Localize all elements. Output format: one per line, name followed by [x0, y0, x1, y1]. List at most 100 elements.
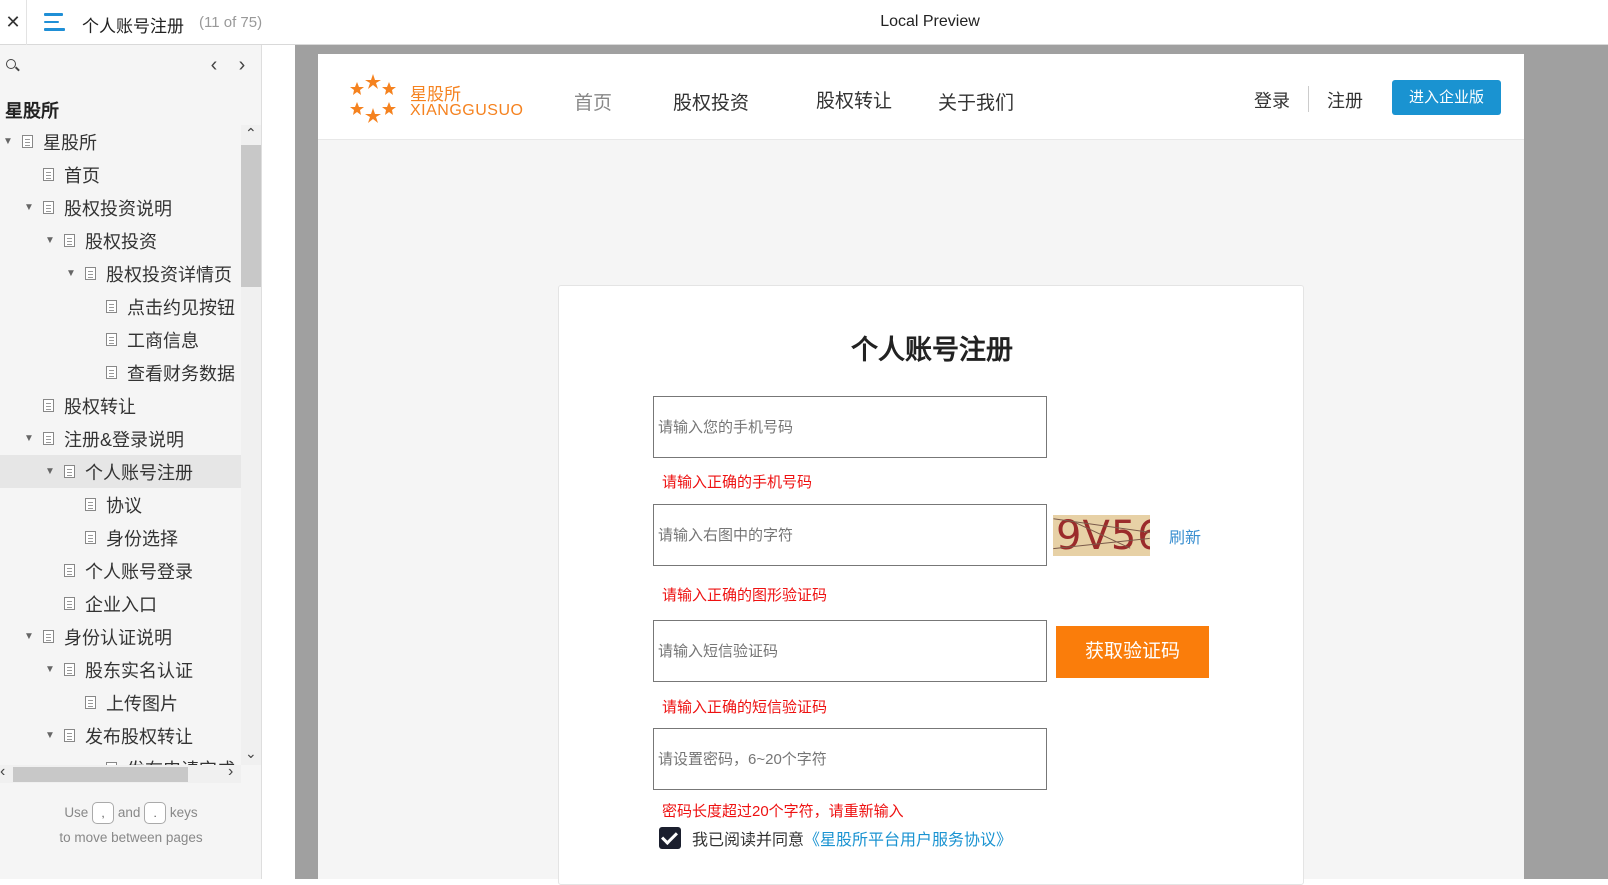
- tree-item-label: 星股所: [43, 132, 97, 153]
- tree-item-label: 企业入口: [85, 594, 157, 615]
- search-icon[interactable]: [6, 59, 16, 69]
- tree-item-label: 股权投资说明: [64, 198, 172, 219]
- sidebar-tree-item[interactable]: 身份选择: [0, 521, 241, 554]
- sms-error: 请输入正确的短信验证码: [662, 699, 828, 716]
- scrollbar-thumb[interactable]: [13, 767, 188, 782]
- vertical-scrollbar[interactable]: ⌃ ⌄: [241, 125, 261, 765]
- agree-text: 我已阅读并同意: [692, 832, 805, 849]
- sidebar-tree-item[interactable]: ▼ 股权投资详情页: [0, 257, 241, 290]
- sidebar-tree-item[interactable]: ▼ 发布股权转让: [0, 719, 241, 752]
- page-icon: [64, 729, 75, 742]
- page-icon: [64, 597, 75, 610]
- page-icon: [64, 564, 75, 577]
- tree-item-label: 工商信息: [127, 330, 199, 351]
- sms-code-input[interactable]: [653, 620, 1047, 682]
- sidebar-tree-item[interactable]: ▼ 股东实名认证: [0, 653, 241, 686]
- chevron-left-icon[interactable]: ‹: [205, 54, 223, 77]
- enterprise-button[interactable]: 进入企业版: [1392, 80, 1501, 115]
- sidebar-search-row: ‹ ›: [0, 45, 262, 85]
- star-logo-icon[interactable]: [348, 72, 398, 124]
- sidebar-tree-item[interactable]: 股权转让: [0, 389, 241, 422]
- phone-error: 请输入正确的手机号码: [662, 474, 813, 491]
- caret-down-icon[interactable]: ▼: [44, 664, 56, 675]
- tree-item-label: 发布申请完成: [127, 756, 235, 766]
- tree-item-label: 个人账号登录: [85, 561, 193, 582]
- captcha-refresh-link[interactable]: 刷新: [1169, 524, 1201, 548]
- sidebar-tree-item[interactable]: 首页: [0, 158, 241, 191]
- keyboard-hint: Use , and . keys to move between pages: [0, 800, 262, 850]
- caret-down-icon[interactable]: ▼: [65, 268, 77, 279]
- get-sms-code-button[interactable]: 获取验证码: [1056, 626, 1209, 678]
- form-title: 个人账号注册: [851, 335, 1013, 365]
- prototype-page: 星股所 XIANGGUSUO 首页 股权投资 股权转让 关于我们 登录 注册 进…: [318, 54, 1524, 885]
- caret-down-icon[interactable]: ▼: [44, 466, 56, 477]
- sidebar-tree-item[interactable]: ▼ 注册&登录说明: [0, 422, 241, 455]
- scrollbar-thumb[interactable]: [241, 145, 261, 287]
- hint-text: keys: [169, 805, 198, 820]
- sidebar-tree-item[interactable]: ▼ 身份认证说明: [0, 620, 241, 653]
- divider: [1308, 86, 1309, 112]
- sidebar-tree-item[interactable]: 点击约见按钮: [0, 290, 241, 323]
- tree-item-label: 身份选择: [106, 528, 178, 549]
- captcha-input[interactable]: [653, 504, 1047, 566]
- arrow-right-icon[interactable]: ›: [228, 763, 233, 781]
- password-input[interactable]: [653, 728, 1047, 790]
- caret-down-icon[interactable]: ▼: [44, 730, 56, 741]
- caret-down-icon[interactable]: ▼: [44, 235, 56, 246]
- tree-item-label: 个人账号注册: [85, 462, 193, 483]
- chevron-right-icon[interactable]: ›: [233, 54, 251, 77]
- top-bar: ✕ 个人账号注册 (11 of 75) Local Preview: [0, 0, 1608, 45]
- key-period: .: [144, 802, 167, 825]
- sidebar-tree-item[interactable]: 工商信息: [0, 323, 241, 356]
- page-icon: [43, 201, 54, 214]
- tree-item-label: 股东实名认证: [85, 660, 193, 681]
- chevron-down-icon[interactable]: ⌄: [245, 745, 257, 762]
- sidebar: ‹ › 星股所 ▼ 星股所 首页 ▼ 股权投资说明 ▼ 股权投资 ▼ 股权投资详情页 点击约见按钮…: [0, 45, 262, 879]
- page-icon: [106, 366, 117, 379]
- horizontal-scrollbar[interactable]: ‹ ›: [0, 763, 241, 783]
- sidebar-tree-item[interactable]: 上传图片: [0, 686, 241, 719]
- chevron-up-icon[interactable]: ⌃: [245, 125, 257, 142]
- agree-checkbox[interactable]: [659, 827, 681, 849]
- tree-item-label: 发布股权转让: [85, 726, 193, 747]
- project-name: 星股所: [5, 101, 59, 121]
- nav-equity-transfer[interactable]: 股权转让: [816, 86, 892, 113]
- preview-scrollbar[interactable]: [1555, 45, 1567, 879]
- sidebar-tree-item[interactable]: 查看财务数据: [0, 356, 241, 389]
- phone-input[interactable]: [653, 396, 1047, 458]
- caret-down-icon[interactable]: ▼: [2, 136, 14, 147]
- sidebar-tree-item[interactable]: ▼ 个人账号注册: [0, 455, 241, 488]
- hint-text: to move between pages: [59, 830, 203, 845]
- page-icon: [43, 168, 54, 181]
- agreement-link[interactable]: 《星股所平台用户服务协议》: [804, 826, 1012, 850]
- sidebar-tree-item[interactable]: 发布申请完成: [0, 752, 241, 765]
- sidebar-tree-item[interactable]: 企业入口: [0, 587, 241, 620]
- caret-down-icon[interactable]: ▼: [23, 202, 35, 213]
- tree-item-label: 股权投资详情页: [106, 264, 232, 285]
- nav-about-us[interactable]: 关于我们: [938, 88, 1014, 115]
- logo-subtext: XIANGGUSUO: [410, 102, 524, 119]
- sidebar-tree-item[interactable]: ▼ 股权投资: [0, 224, 241, 257]
- sidebar-tree-item[interactable]: 个人账号登录: [0, 554, 241, 587]
- hint-text: Use: [64, 805, 89, 820]
- login-link[interactable]: 登录: [1254, 87, 1290, 113]
- nav-home[interactable]: 首页: [574, 88, 612, 115]
- captcha-image[interactable]: 9V56: [1053, 515, 1150, 556]
- page-icon: [106, 300, 117, 313]
- hint-text: and: [117, 805, 141, 820]
- sidebar-tree-item[interactable]: 协议: [0, 488, 241, 521]
- sidebar-tree-item[interactable]: ▼ 股权投资说明: [0, 191, 241, 224]
- sidebar-tree-item[interactable]: ▼ 星股所: [0, 125, 241, 158]
- page-icon: [85, 498, 96, 511]
- captcha-error: 请输入正确的图形验证码: [662, 587, 828, 604]
- tree-item-label: 协议: [106, 495, 142, 516]
- caret-down-icon[interactable]: ▼: [23, 433, 35, 444]
- page-icon: [43, 630, 54, 643]
- arrow-left-icon[interactable]: ‹: [0, 763, 5, 781]
- page-icon: [64, 234, 75, 247]
- tree-item-label: 身份认证说明: [64, 627, 172, 648]
- register-link[interactable]: 注册: [1327, 87, 1363, 113]
- caret-down-icon[interactable]: ▼: [23, 631, 35, 642]
- nav-equity-investment[interactable]: 股权投资: [673, 88, 749, 115]
- tree-item-label: 股权转让: [64, 396, 136, 417]
